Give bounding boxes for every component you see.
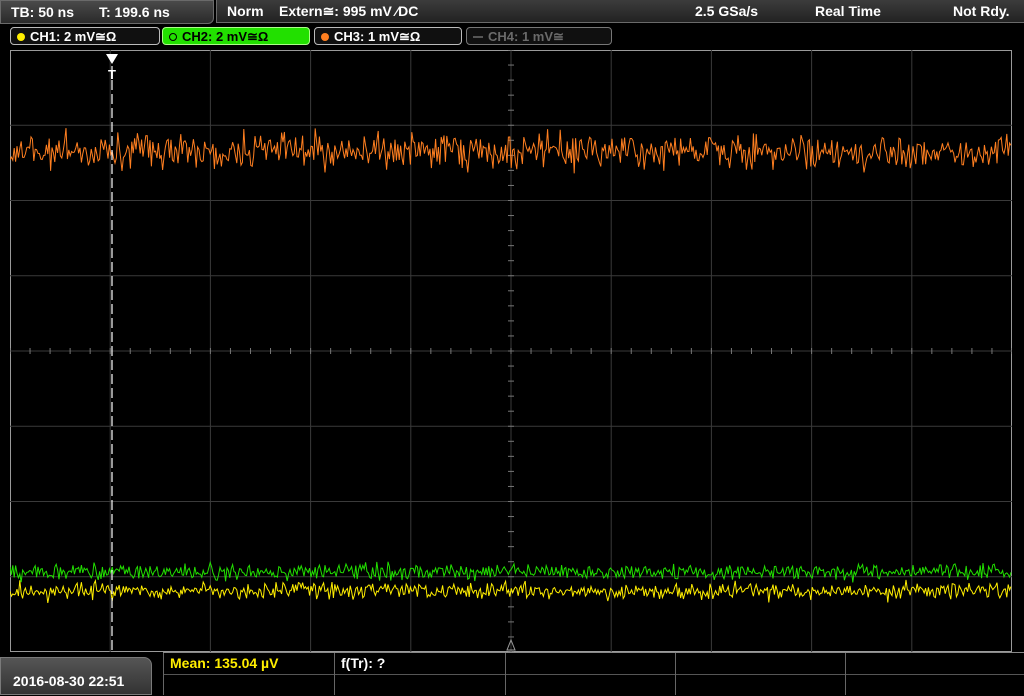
channel-3-label: CH3: 1 mV≅Ω bbox=[334, 29, 421, 44]
trigger-panel[interactable]: Norm Extern≅: 995 mV ⁄DC 2.5 GSa/s Real … bbox=[216, 0, 1024, 23]
channel-3-dot-icon bbox=[321, 32, 329, 41]
trigger-time-value: T: 199.6 ns bbox=[99, 4, 170, 20]
measurement-panel[interactable]: Mean: 135.04 µV f(Tr): ? bbox=[163, 652, 1024, 696]
datetime-panel: 2016-08-30 22:51 bbox=[0, 657, 152, 695]
trigger-position-marker-icon bbox=[106, 54, 118, 64]
measurement-cell-5[interactable] bbox=[845, 653, 1024, 695]
channel-3-tab[interactable]: CH3: 1 mV≅Ω bbox=[314, 27, 462, 45]
measurement-cell-3[interactable] bbox=[505, 653, 675, 695]
channel-2-tab[interactable]: CH2: 2 mV≅Ω bbox=[162, 27, 310, 45]
acquisition-state: Not Rdy. bbox=[953, 3, 1010, 19]
status-bar: TB: 50 ns T: 199.6 ns Norm Extern≅: 995 … bbox=[0, 0, 1024, 24]
measurement-cell-1[interactable]: Mean: 135.04 µV bbox=[163, 653, 334, 695]
channel-4-tab[interactable]: CH4: 1 mV≅ bbox=[466, 27, 612, 45]
timebase-panel[interactable]: TB: 50 ns T: 199.6 ns bbox=[0, 0, 214, 24]
timebase-value: TB: 50 ns bbox=[11, 4, 75, 20]
measurement-mean: Mean: 135.04 µV bbox=[170, 655, 279, 671]
trigger-source: Extern≅: 995 mV ⁄DC bbox=[279, 3, 419, 19]
channel-4-label: CH4: 1 mV≅ bbox=[488, 29, 564, 44]
acquisition-mode: Real Time bbox=[815, 3, 881, 19]
measurement-cell-4[interactable] bbox=[675, 653, 845, 695]
trigger-mode: Norm bbox=[227, 3, 264, 19]
sample-rate: 2.5 GSa/s bbox=[695, 3, 759, 19]
channel-1-dot-icon bbox=[17, 32, 25, 41]
datetime: 2016-08-30 22:51 bbox=[13, 673, 125, 689]
waveform-display: T bbox=[10, 50, 1012, 652]
trigger-marker-label: T bbox=[108, 67, 116, 82]
measurement-ftr: f(Tr): ? bbox=[341, 655, 386, 671]
channel-2-label: CH2: 2 mV≅Ω bbox=[182, 29, 269, 44]
measurement-cell-2[interactable]: f(Tr): ? bbox=[334, 653, 505, 695]
channel-4-dash-icon bbox=[473, 35, 483, 38]
channel-1-tab[interactable]: CH1: 2 mV≅Ω bbox=[10, 27, 160, 45]
channel-1-label: CH1: 2 mV≅Ω bbox=[30, 29, 117, 44]
channel-2-dot-icon bbox=[169, 32, 177, 41]
